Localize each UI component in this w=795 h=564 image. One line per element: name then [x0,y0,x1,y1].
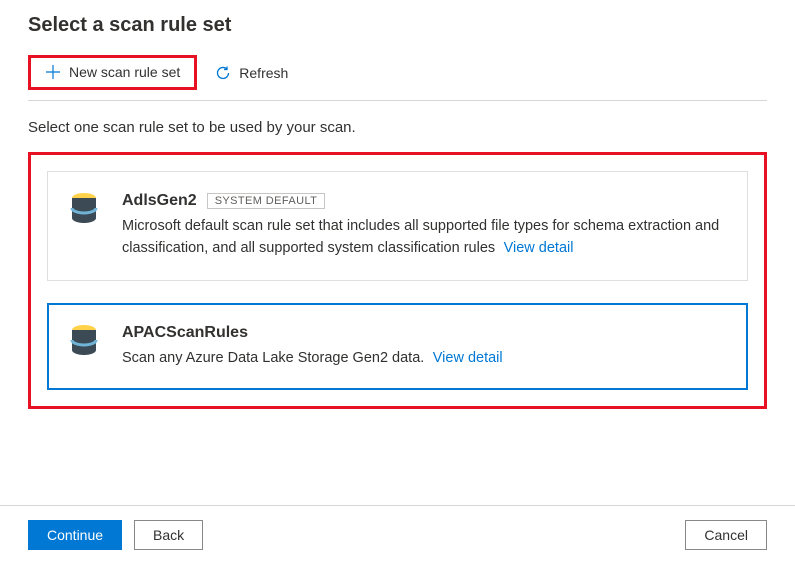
rule-description: Scan any Azure Data Lake Storage Gen2 da… [122,350,424,366]
scan-rule-set-card[interactable]: APACScanRules Scan any Azure Data Lake S… [47,303,748,391]
storage-icon [70,324,102,364]
view-detail-link[interactable]: View detail [433,350,503,366]
new-scan-rule-set-button[interactable]: New scan rule set [37,60,188,84]
system-default-badge: SYSTEM DEFAULT [207,193,326,209]
page-title: Select a scan rule set [28,14,767,37]
toolbar: New scan rule set Refresh [28,55,767,101]
refresh-label: Refresh [239,65,288,81]
new-scan-rule-set-label: New scan rule set [69,64,180,80]
continue-button[interactable]: Continue [28,520,122,550]
view-detail-link[interactable]: View detail [504,240,574,256]
refresh-button[interactable]: Refresh [207,61,296,85]
scan-rule-set-card[interactable]: AdlsGen2 SYSTEM DEFAULT Microsoft defaul… [47,171,748,281]
cancel-button[interactable]: Cancel [685,520,767,550]
rule-body: APACScanRules Scan any Azure Data Lake S… [122,324,725,370]
back-button[interactable]: Back [134,520,203,550]
new-scan-rule-set-highlight: New scan rule set [28,55,197,90]
rule-description: Microsoft default scan rule set that inc… [122,218,719,256]
rule-name: APACScanRules [122,324,248,342]
plus-icon [45,64,61,80]
rule-body: AdlsGen2 SYSTEM DEFAULT Microsoft defaul… [122,192,725,260]
refresh-icon [215,65,231,81]
storage-icon [70,192,102,232]
instruction-text: Select one scan rule set to be used by y… [28,119,767,136]
rule-name: AdlsGen2 [122,192,197,210]
footer: Continue Back Cancel [0,505,795,564]
scan-rule-set-list: AdlsGen2 SYSTEM DEFAULT Microsoft defaul… [28,152,767,409]
